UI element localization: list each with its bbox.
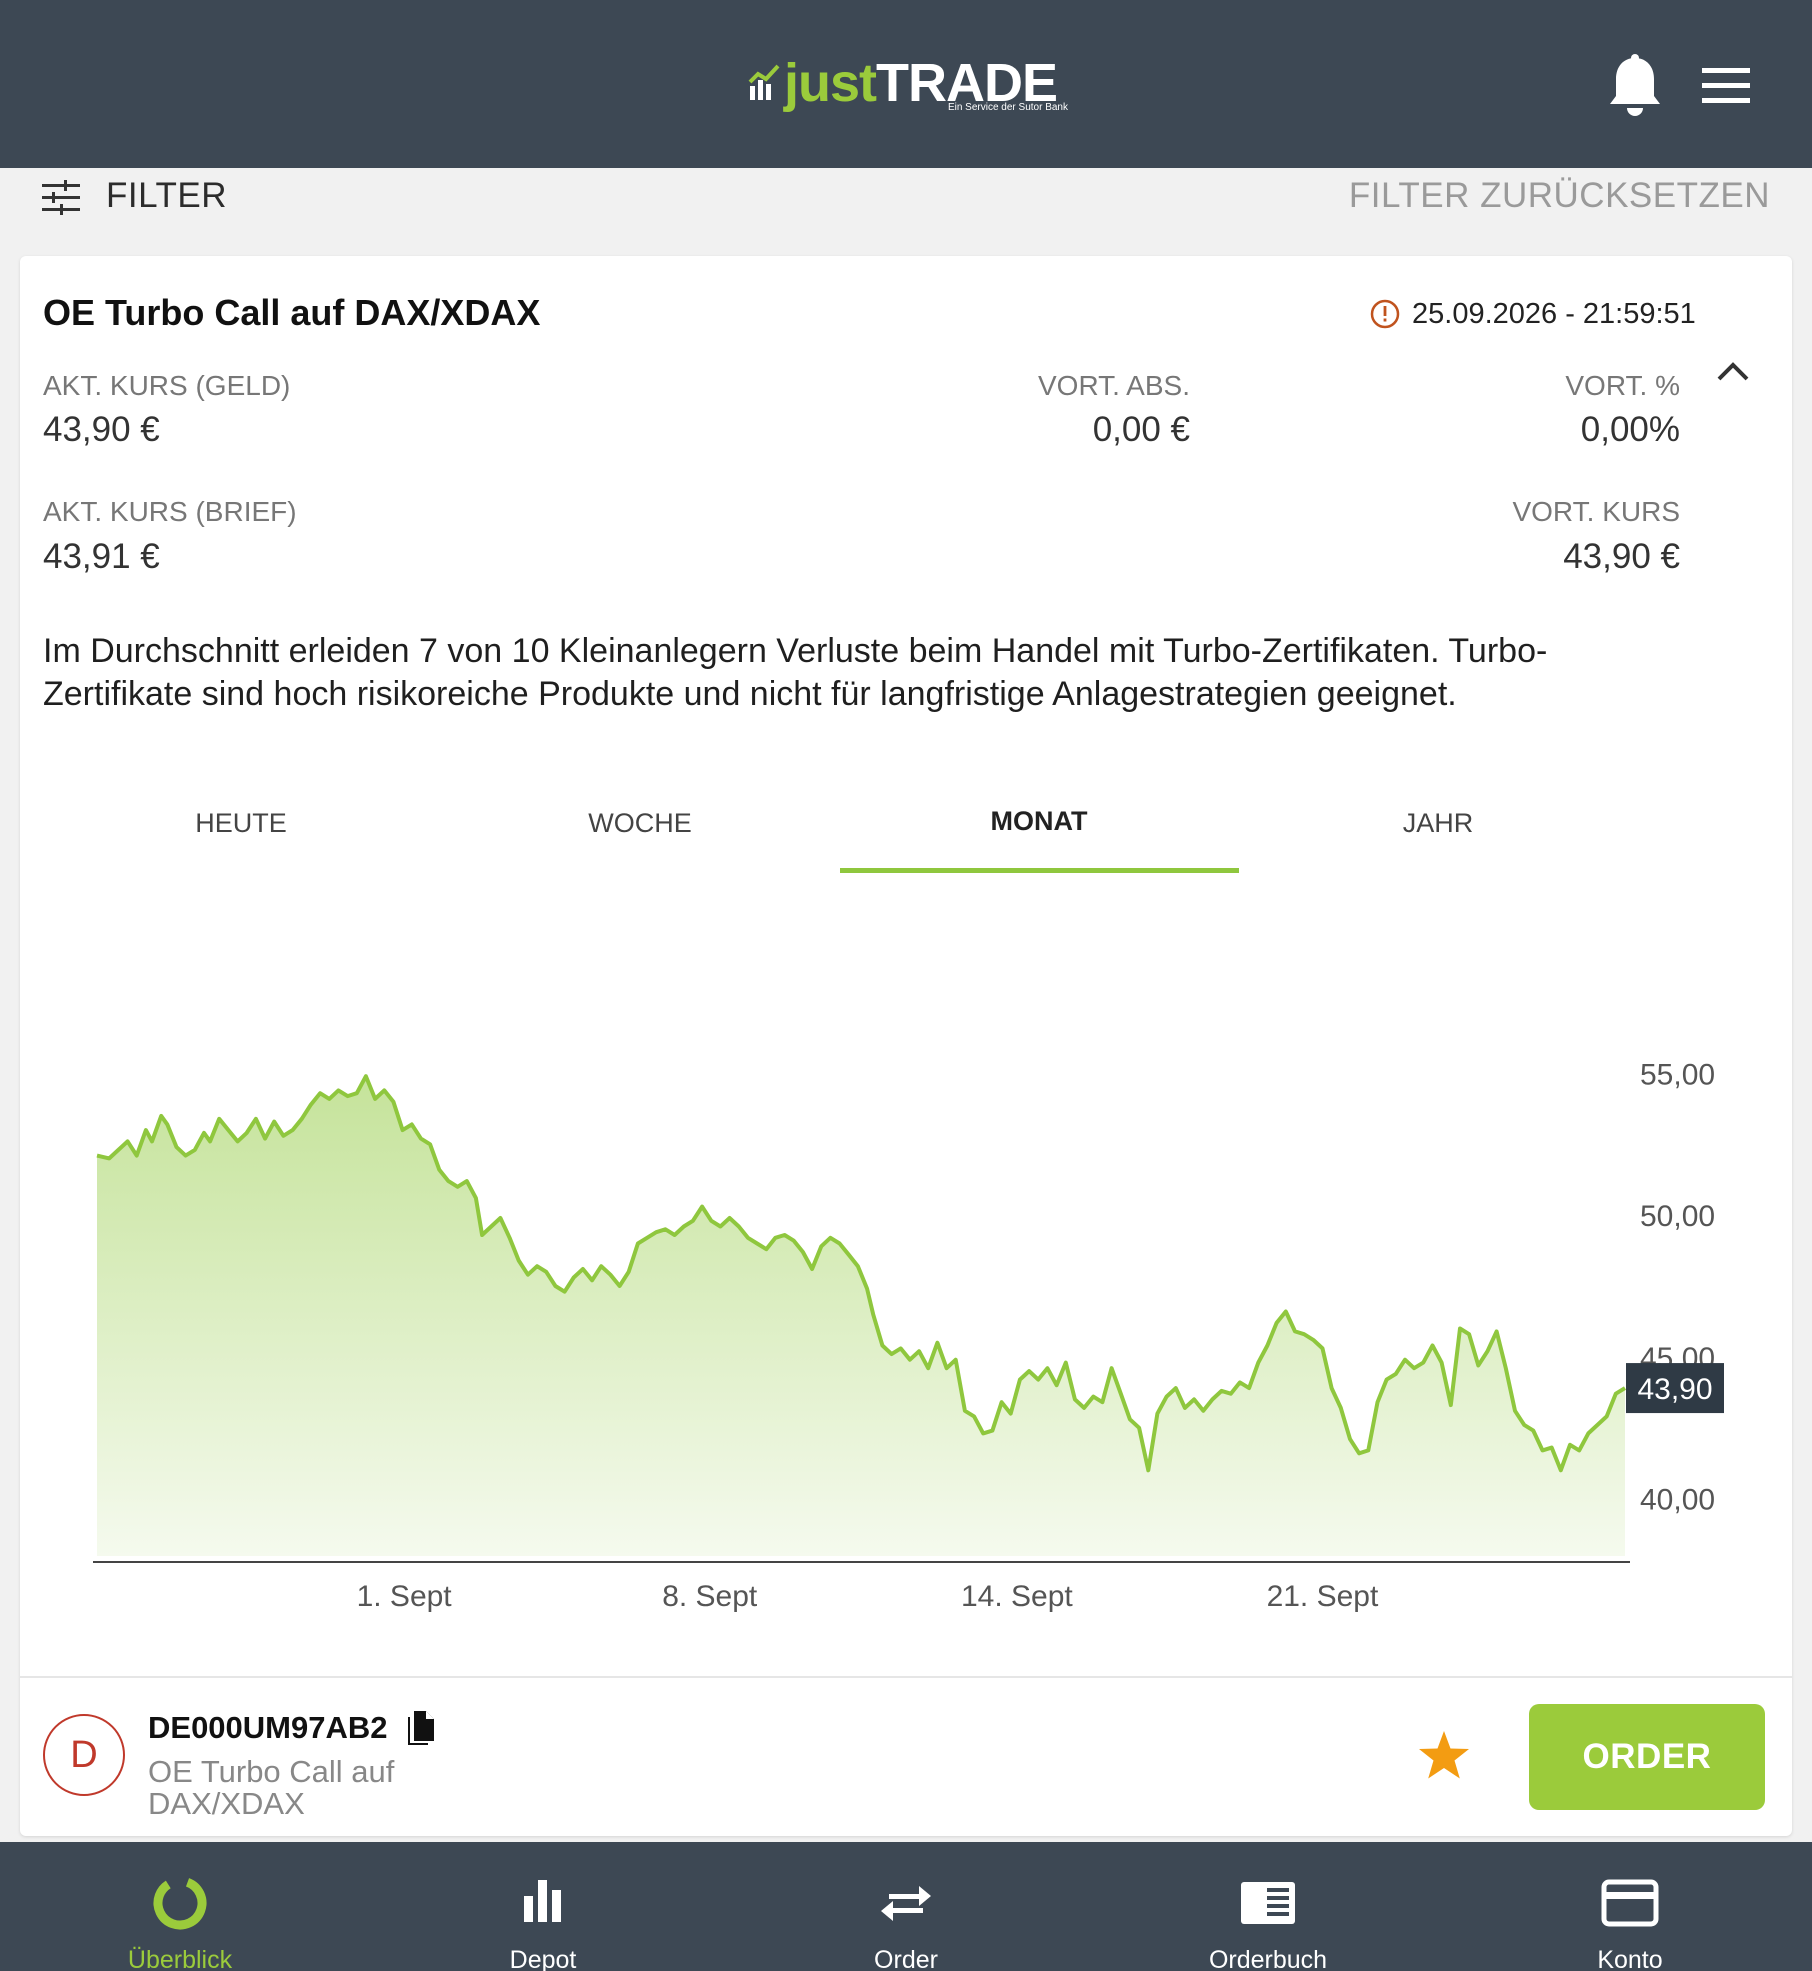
isin-text: DE000UM97AB2 bbox=[148, 1710, 388, 1745]
tab-monat[interactable]: MONAT bbox=[840, 806, 1238, 837]
filter-label[interactable]: FILTER bbox=[106, 176, 227, 216]
copy-icon[interactable] bbox=[406, 1711, 436, 1747]
bar-chart-icon bbox=[524, 1880, 561, 1922]
nav-konto[interactable]: Konto bbox=[1520, 1872, 1740, 1971]
instrument-card bbox=[20, 256, 1792, 1836]
nav-orderbuch[interactable]: Orderbuch bbox=[1158, 1872, 1378, 1971]
quote-timestamp: 25.09.2026 - 21:59:51 bbox=[1370, 296, 1696, 332]
logo-chart-icon bbox=[748, 64, 780, 100]
card-divider bbox=[20, 1676, 1792, 1678]
chevron-up-icon[interactable] bbox=[1716, 360, 1750, 382]
order-button[interactable]: ORDER bbox=[1529, 1704, 1765, 1810]
overview-ring-icon bbox=[153, 1876, 207, 1930]
prev-close-value: 43,90 € bbox=[1563, 537, 1680, 576]
bid-value: 43,90 € bbox=[43, 410, 160, 449]
risk-disclaimer: Im Durchschnitt erleiden 7 von 10 Kleina… bbox=[43, 632, 1548, 713]
sliders-icon[interactable] bbox=[42, 180, 80, 216]
tab-woche[interactable]: WOCHE bbox=[441, 808, 839, 839]
change-abs-value: 0,00 € bbox=[1092, 410, 1190, 449]
timestamp-text: 25.09.2026 - 21:59:51 bbox=[1412, 297, 1696, 330]
ask-label: AKT. KURS (BRIEF) bbox=[43, 496, 297, 527]
change-abs-label: VORT. ABS. bbox=[1038, 370, 1190, 401]
filter-reset-button[interactable]: FILTER ZURÜCKSETZEN bbox=[1349, 176, 1770, 216]
swap-arrows-icon bbox=[881, 1886, 931, 1921]
alert-circle-icon bbox=[1370, 299, 1400, 329]
bell-icon[interactable] bbox=[1606, 54, 1664, 118]
nav-ueberblick[interactable]: Überblick bbox=[70, 1872, 290, 1971]
instrument-title: OE Turbo Call auf DAX/XDAX bbox=[43, 292, 541, 333]
hamburger-menu-icon[interactable] bbox=[1702, 66, 1756, 106]
active-tab-indicator bbox=[840, 868, 1239, 873]
change-pct-value: 0,00% bbox=[1580, 410, 1680, 449]
order-book-icon bbox=[1241, 1882, 1295, 1924]
nav-order[interactable]: Order bbox=[796, 1872, 1016, 1971]
nav-depot[interactable]: Depot bbox=[433, 1872, 653, 1971]
star-icon[interactable] bbox=[1416, 1728, 1472, 1784]
product-name: OE Turbo Call auf DAX/XDAX bbox=[148, 1754, 395, 1821]
issuer-badge: D bbox=[43, 1714, 125, 1796]
tab-heute[interactable]: HEUTE bbox=[42, 808, 440, 839]
change-pct-label: VORT. % bbox=[1565, 370, 1680, 401]
credit-card-icon bbox=[1601, 1879, 1659, 1927]
bid-label: AKT. KURS (GELD) bbox=[43, 370, 291, 401]
prev-close-label: VORT. KURS bbox=[1512, 496, 1680, 527]
tab-jahr[interactable]: JAHR bbox=[1239, 808, 1637, 839]
justtrade-logo[interactable]: justTRADE Ein Service der Sutor Bank bbox=[748, 52, 1068, 116]
logo-subtitle: Ein Service der Sutor Bank bbox=[947, 102, 1068, 113]
ask-value: 43,91 € bbox=[43, 537, 160, 576]
